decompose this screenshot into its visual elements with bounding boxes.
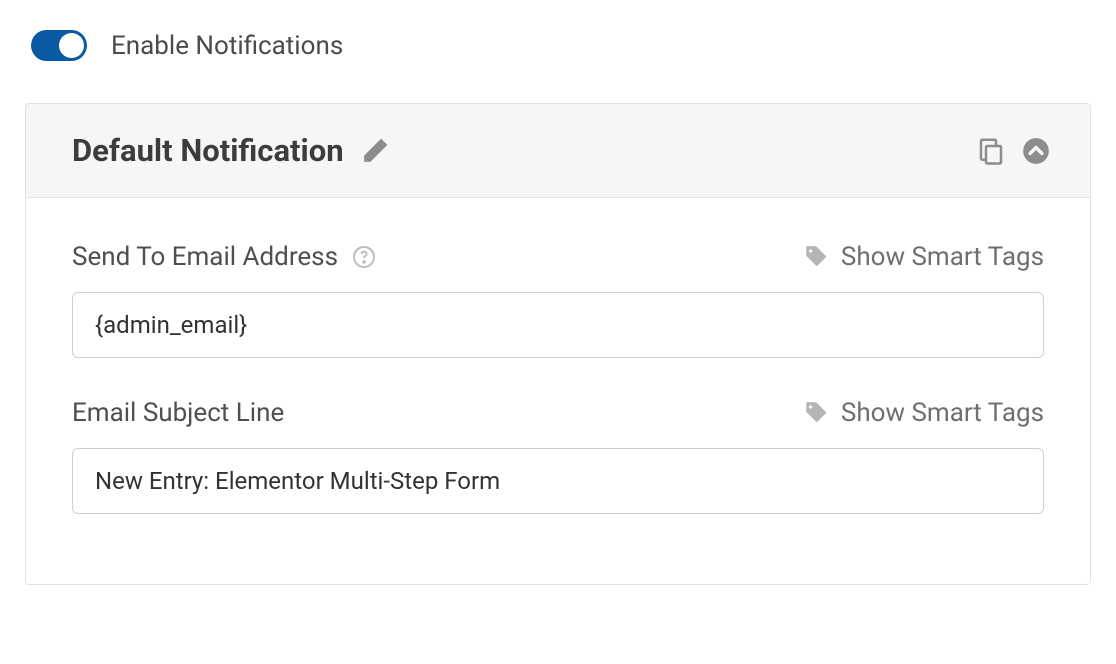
enable-notifications-toggle[interactable] — [31, 30, 87, 61]
notification-panel: Default Notification — [25, 103, 1091, 585]
panel-header-left: Default Notification — [72, 132, 389, 169]
subject-field: Email Subject Line Show Smart Tags — [72, 398, 1044, 514]
pencil-icon[interactable] — [362, 137, 389, 164]
panel-body: Send To Email Address — [26, 198, 1090, 584]
send-to-input[interactable] — [72, 292, 1044, 358]
panel-header: Default Notification — [26, 104, 1090, 198]
tag-icon — [803, 400, 829, 426]
subject-smart-tags-label: Show Smart Tags — [841, 398, 1044, 428]
subject-smart-tags[interactable]: Show Smart Tags — [803, 398, 1044, 428]
subject-label-left: Email Subject Line — [72, 398, 284, 428]
send-to-label: Send To Email Address — [72, 242, 338, 272]
help-icon[interactable] — [352, 245, 376, 269]
subject-input[interactable] — [72, 448, 1044, 514]
panel-title: Default Notification — [72, 132, 344, 169]
enable-notifications-label: Enable Notifications — [111, 31, 343, 61]
send-to-smart-tags[interactable]: Show Smart Tags — [803, 242, 1044, 272]
enable-notifications-row: Enable Notifications — [25, 30, 1091, 61]
send-to-field: Send To Email Address — [72, 242, 1044, 358]
send-to-smart-tags-label: Show Smart Tags — [841, 242, 1044, 272]
subject-label-row: Email Subject Line Show Smart Tags — [72, 398, 1044, 428]
chevron-up-icon[interactable] — [1022, 137, 1050, 165]
send-to-label-left: Send To Email Address — [72, 242, 376, 272]
send-to-label-row: Send To Email Address — [72, 242, 1044, 272]
toggle-knob — [59, 33, 84, 58]
subject-label: Email Subject Line — [72, 398, 284, 428]
copy-icon[interactable] — [976, 136, 1006, 166]
tag-icon — [803, 244, 829, 270]
panel-header-right — [976, 136, 1050, 166]
